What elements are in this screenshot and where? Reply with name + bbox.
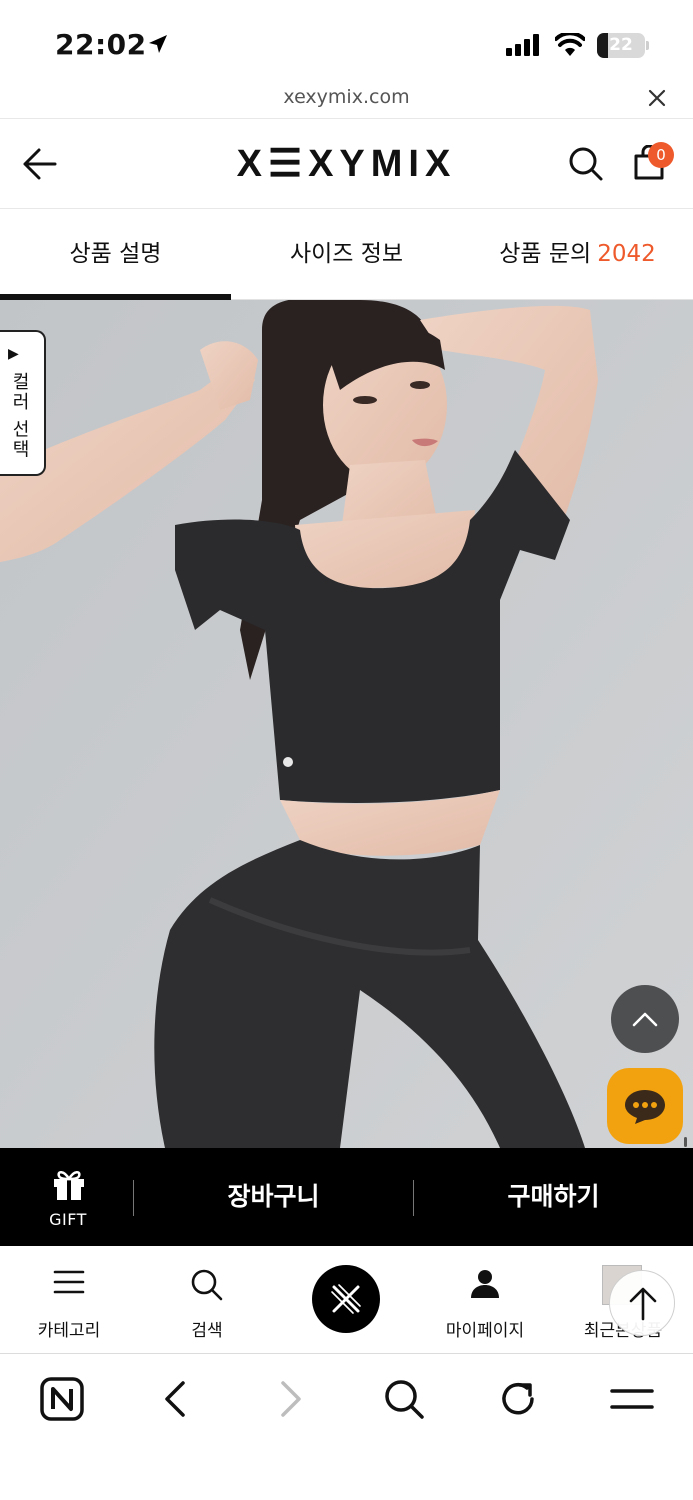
add-to-cart-button[interactable]: 장바구니 <box>134 1148 413 1246</box>
nav-label: 마이페이지 <box>445 1321 525 1341</box>
gift-label: GIFT <box>49 1210 87 1229</box>
product-tabs: 상품 설명 사이즈 정보 상품 문의 2042 <box>0 210 693 300</box>
model-photo-illustration <box>0 300 693 1148</box>
forward-icon[interactable] <box>266 1375 314 1423</box>
location-arrow-icon <box>149 35 167 53</box>
browser-toolbar <box>0 1355 693 1500</box>
wifi-icon <box>555 33 585 56</box>
tab-size-info[interactable]: 사이즈 정보 <box>231 210 462 300</box>
close-icon[interactable] <box>647 88 667 108</box>
scrollbar[interactable] <box>684 1137 687 1147</box>
tab-product-inquiry[interactable]: 상품 문의 2042 <box>462 210 693 300</box>
hamburger-menu-icon <box>53 1270 85 1294</box>
cart-count-badge: 0 <box>648 142 674 168</box>
product-photo[interactable] <box>0 300 693 1148</box>
nav-item-mypage[interactable]: 마이페이지 <box>416 1246 554 1354</box>
site-header: X☰XYMIX <box>0 118 693 209</box>
battery-icon: 22 <box>597 33 645 58</box>
url-text[interactable]: xexymix.com <box>0 86 693 108</box>
gift-icon <box>54 1171 84 1200</box>
purchase-bar: GIFT 장바구니 구매하기 <box>0 1148 693 1246</box>
brand-home-icon <box>331 1284 361 1314</box>
inquiry-count: 2042 <box>597 241 656 267</box>
url-bar: xexymix.com <box>0 80 693 118</box>
scroll-up-button[interactable] <box>609 1270 675 1336</box>
nav-item-home[interactable] <box>312 1265 380 1333</box>
chevron-up-icon <box>632 1012 658 1027</box>
battery-cap <box>646 41 649 50</box>
search-icon[interactable] <box>568 146 604 182</box>
signal-icon <box>506 34 539 56</box>
arrow-up-icon <box>629 1287 657 1321</box>
tab-label: 상품 문의 <box>499 241 592 267</box>
chat-bubble-icon <box>625 1090 665 1124</box>
back-icon[interactable] <box>152 1375 200 1423</box>
naver-n-icon[interactable] <box>38 1375 86 1423</box>
status-time: 22:02 <box>55 28 147 61</box>
scroll-to-top-button[interactable] <box>611 985 679 1053</box>
chat-button[interactable] <box>607 1068 683 1144</box>
nav-item-search[interactable]: 검색 <box>138 1246 276 1354</box>
user-icon <box>471 1270 499 1298</box>
color-select-tab[interactable]: ▶ 컬러 선택 <box>0 330 46 476</box>
nav-item-category[interactable]: 카테고리 <box>0 1246 138 1354</box>
tab-product-description[interactable]: 상품 설명 <box>0 210 231 300</box>
search-icon <box>191 1269 223 1301</box>
tab-label: 사이즈 정보 <box>289 241 404 267</box>
nav-label: 검색 <box>191 1321 223 1341</box>
reload-icon[interactable] <box>494 1375 542 1423</box>
tab-label: 상품 설명 <box>69 241 162 267</box>
nav-label: 카테고리 <box>37 1321 101 1341</box>
color-select-label: 컬러 선택 <box>9 372 30 460</box>
gift-button[interactable]: GIFT <box>30 1168 106 1230</box>
buy-now-button[interactable]: 구매하기 <box>414 1148 693 1246</box>
menu-icon[interactable] <box>608 1375 656 1423</box>
battery-percent: 22 <box>609 35 633 55</box>
play-arrow-icon: ▶ <box>8 346 19 362</box>
search-icon[interactable] <box>380 1375 428 1423</box>
status-bar: 22:02 22 <box>0 0 693 88</box>
bottom-nav: 카테고리 검색 마이페이지 최근본상품 <box>0 1246 693 1354</box>
